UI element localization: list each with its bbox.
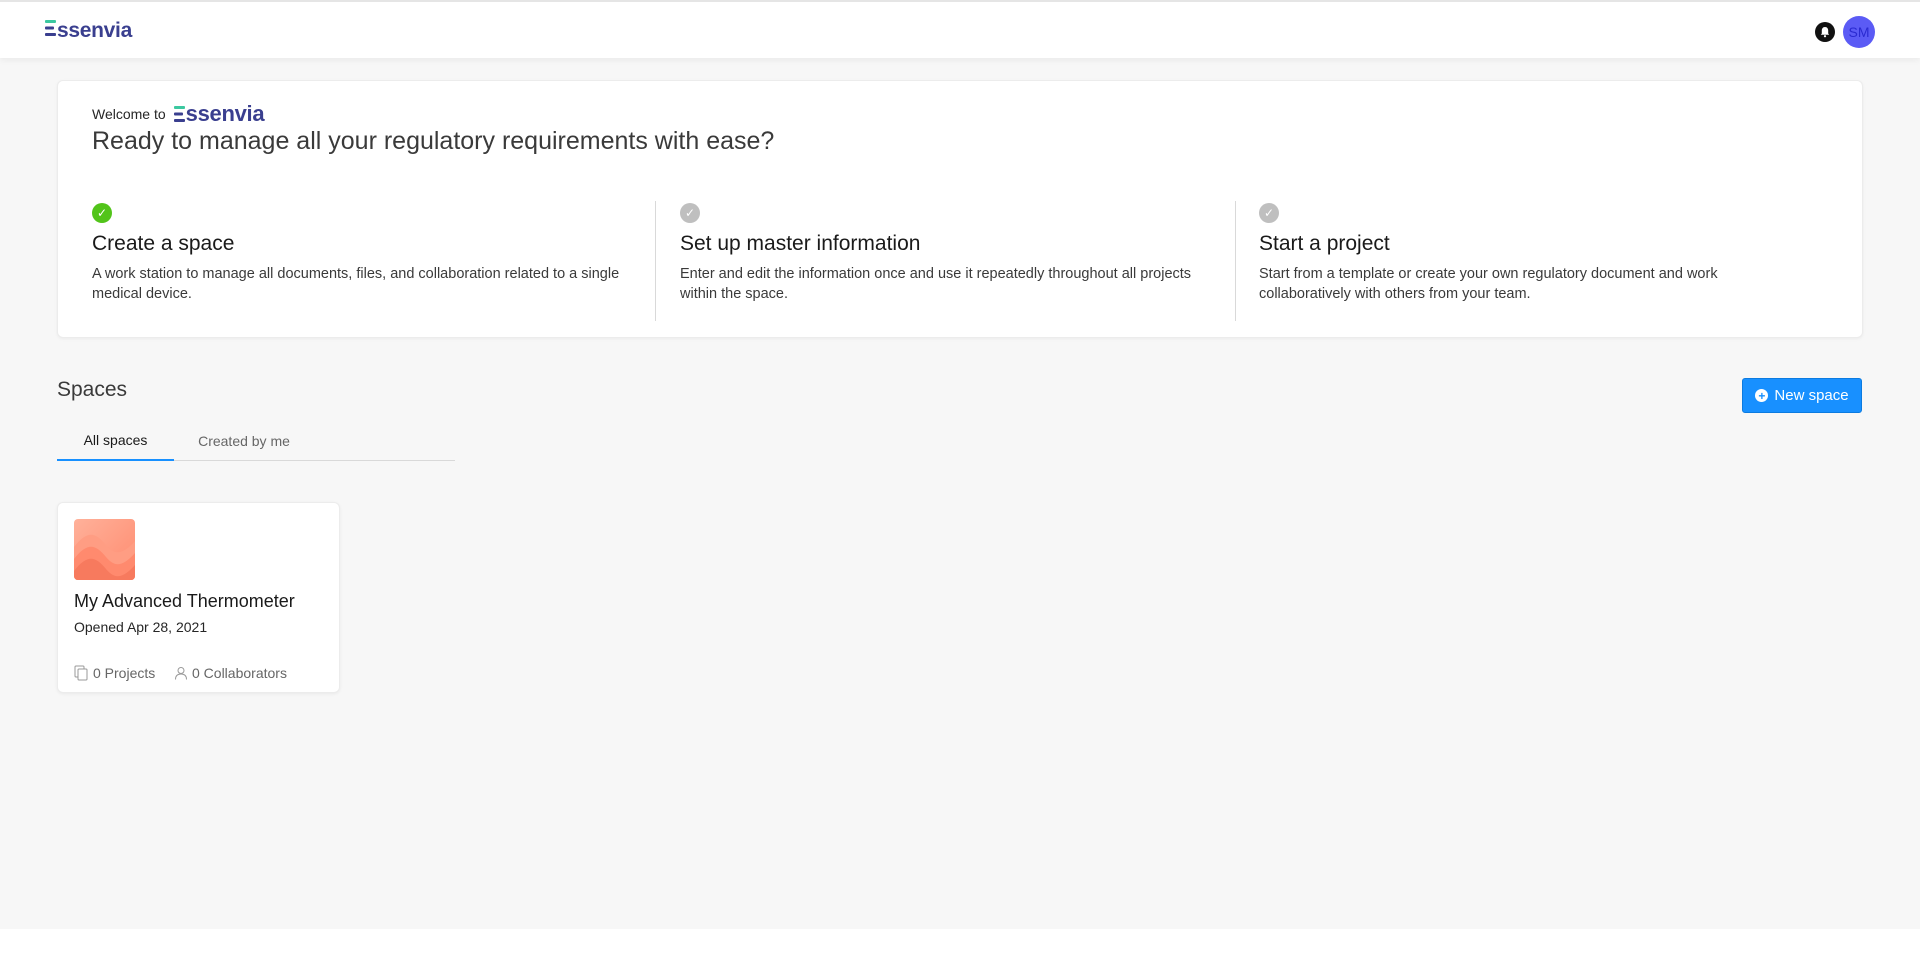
bell-glyph bbox=[1820, 27, 1830, 38]
step-divider bbox=[655, 201, 656, 321]
step-divider bbox=[1235, 201, 1236, 321]
check-circle-icon: ✓ bbox=[680, 203, 700, 223]
app-background: ssenvia SM Welcome to ssenvia Ready to m… bbox=[0, 0, 1920, 929]
space-thumbnail-graphic bbox=[74, 534, 135, 580]
welcome-card: Welcome to ssenvia Ready to manage all y… bbox=[57, 80, 1863, 338]
projects-count-label: 0 Projects bbox=[93, 665, 156, 681]
new-space-label: New space bbox=[1774, 387, 1849, 404]
step-title: Set up master information bbox=[680, 232, 921, 255]
logo-e-icon bbox=[173, 106, 185, 122]
logo-mark bbox=[45, 19, 57, 43]
page-bottom-area bbox=[0, 929, 1920, 971]
space-collaborators-count: 0 Collaborators bbox=[174, 665, 287, 681]
space-card[interactable]: My Advanced Thermometer Opened Apr 28, 2… bbox=[57, 502, 340, 693]
logo-text: ssenvia bbox=[57, 19, 132, 42]
space-name[interactable]: My Advanced Thermometer bbox=[74, 591, 295, 612]
step-title: Create a space bbox=[92, 232, 235, 255]
projects-icon bbox=[74, 665, 88, 681]
logo-e-icon bbox=[45, 20, 56, 36]
step-description: Start from a template or create your own… bbox=[1259, 266, 1718, 302]
step-title: Start a project bbox=[1259, 232, 1390, 255]
tab-created-by-me[interactable]: Created by me bbox=[174, 420, 314, 461]
space-projects-count: 0 Projects bbox=[74, 665, 155, 681]
top-navigation-bar: ssenvia SM bbox=[0, 0, 1920, 58]
logo-text: ssenvia bbox=[185, 101, 265, 126]
welcome-heading: Ready to manage all your regulatory requ… bbox=[92, 127, 775, 155]
space-thumbnail bbox=[74, 519, 135, 580]
collaborators-icon bbox=[175, 667, 187, 680]
space-opened-date: Opened Apr 28, 2021 bbox=[74, 619, 208, 635]
step-start-project: ✓ Start a project Start from a template … bbox=[1259, 203, 1779, 304]
welcome-line: Welcome to ssenvia bbox=[92, 101, 265, 127]
spaces-title: Spaces bbox=[57, 378, 128, 401]
new-space-button[interactable]: + New space bbox=[1742, 378, 1862, 413]
step-create-space: ✓ Create a space A work station to manag… bbox=[92, 203, 642, 304]
spaces-tabs: All spaces Created by me bbox=[57, 420, 455, 461]
step-description: Enter and edit the information once and … bbox=[680, 266, 1192, 302]
step-description: A work station to manage all documents, … bbox=[92, 266, 620, 302]
collaborators-count-label: 0 Collaborators bbox=[192, 665, 287, 681]
user-avatar[interactable]: SM bbox=[1843, 16, 1875, 48]
essenvia-logo[interactable]: ssenvia bbox=[45, 19, 132, 43]
welcome-intro: Welcome to bbox=[92, 106, 166, 122]
tab-all-spaces[interactable]: All spaces bbox=[57, 420, 174, 461]
step-master-information: ✓ Set up master information Enter and ed… bbox=[680, 203, 1220, 304]
check-circle-icon: ✓ bbox=[1259, 203, 1279, 223]
bell-icon[interactable] bbox=[1815, 22, 1835, 42]
welcome-logo: ssenvia bbox=[173, 101, 265, 127]
check-circle-icon: ✓ bbox=[92, 203, 112, 223]
plus-circle-icon: + bbox=[1755, 389, 1769, 402]
